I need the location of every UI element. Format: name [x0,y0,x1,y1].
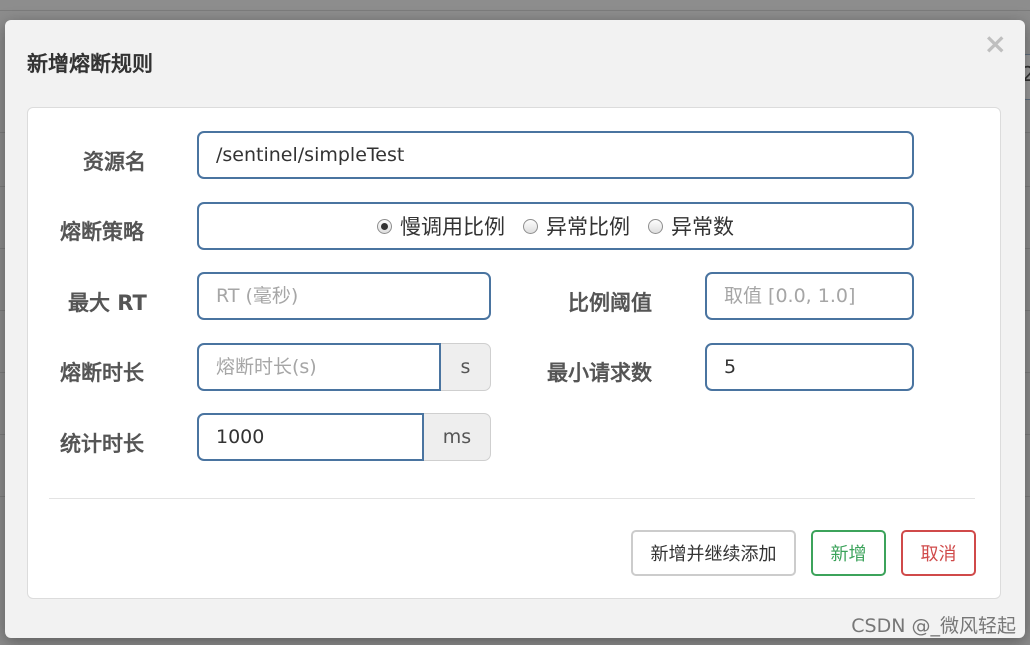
ratio-threshold-label: 比例阈值 [568,291,652,315]
max-rt-field [197,272,491,320]
strategy-label: 熔断策略 [60,220,144,244]
strategy-radio-group: 慢调用比例 异常比例 异常数 [197,202,914,250]
radio-unchecked-icon [523,218,538,234]
resource-name-input[interactable] [199,133,912,177]
radio-error-count[interactable]: 异常数 [648,211,734,241]
radio-label: 异常数 [671,215,734,239]
min-requests-field [705,343,914,391]
ratio-threshold-input[interactable] [707,274,912,318]
min-requests-input[interactable] [707,345,912,389]
radio-slow-ratio[interactable]: 慢调用比例 [377,211,505,241]
radio-checked-icon [377,218,392,234]
max-rt-label: 最大 RT [68,291,147,315]
radio-error-ratio[interactable]: 异常比例 [523,211,630,241]
ratio-threshold-field [705,272,914,320]
cancel-button[interactable]: 取消 [901,530,976,576]
add-button[interactable]: 新增 [811,530,886,576]
modal-title: 新增熔断规则 [27,52,153,76]
close-icon[interactable]: × [984,30,1007,58]
stat-duration-label: 统计时长 [60,432,144,456]
radio-unchecked-icon [648,218,663,234]
max-rt-input[interactable] [199,274,489,318]
min-requests-label: 最小请求数 [547,361,652,385]
background-row-line [0,10,1030,11]
break-duration-label: 熔断时长 [60,361,144,385]
stat-duration-unit: ms [424,413,491,461]
resource-name-field [197,131,914,179]
stat-duration-input[interactable] [199,415,422,459]
break-duration-unit: s [441,343,491,391]
stat-duration-field [197,413,424,461]
resource-name-label: 资源名 [83,150,146,174]
form-panel: 资源名 熔断策略 慢调用比例 异常比例 异常数 最大 RT 比例阈 [27,107,1001,599]
watermark: CSDN @_微风轻起 [851,615,1016,637]
radio-label: 异常比例 [546,215,630,239]
break-duration-input[interactable] [199,345,439,389]
radio-label: 慢调用比例 [400,215,505,239]
form-divider [49,498,975,499]
add-and-continue-button[interactable]: 新增并继续添加 [631,530,796,576]
add-degrade-rule-modal: 新增熔断规则 × 资源名 熔断策略 慢调用比例 异常比例 异常数 最大 RT [5,20,1025,638]
break-duration-field [197,343,441,391]
